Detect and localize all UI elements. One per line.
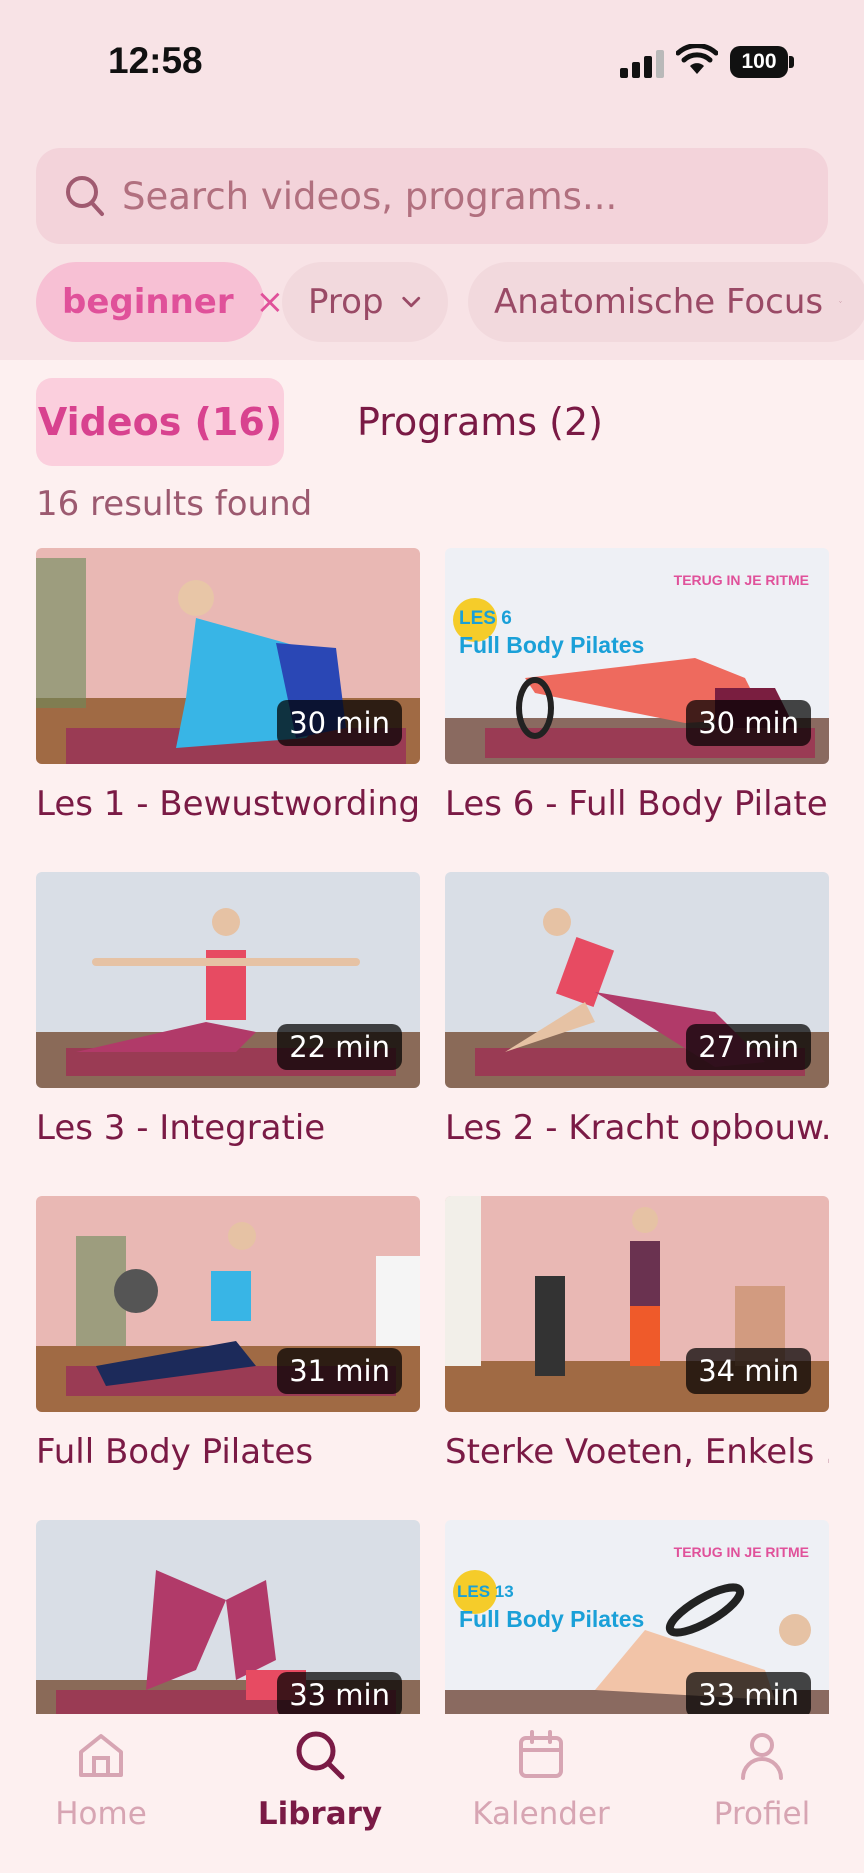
video-title: Les 6 - Full Body Pilates xyxy=(445,784,829,824)
filter-chip-label: Anatomische Focus xyxy=(494,282,824,322)
thumbnail-badge-text: LES 6 xyxy=(459,608,512,629)
thumbnail-overlay-tag: TERUG IN JE RITME xyxy=(673,1544,809,1560)
video-thumbnail[interactable]: 33 min xyxy=(36,1520,420,1736)
app-screen: 12:58 100 beginner × Prop xyxy=(0,0,864,1873)
video-thumbnail[interactable]: 34 min xyxy=(445,1196,829,1412)
remove-filter-icon[interactable]: × xyxy=(256,282,285,322)
status-bar: 12:58 100 xyxy=(0,0,864,130)
thumbnail-badge-text: LES 13 xyxy=(457,1582,514,1601)
video-title: Les 3 - Integratie xyxy=(36,1108,326,1148)
video-card[interactable]: 30 min Les 1 - Bewustwording xyxy=(36,548,420,824)
nav-home[interactable]: Home xyxy=(1,1728,201,1832)
nav-label: Kalender xyxy=(472,1796,610,1832)
home-icon xyxy=(79,1734,123,1777)
battery-level: 100 xyxy=(730,46,788,78)
video-title: Full Body Pilates xyxy=(36,1432,314,1472)
video-card[interactable]: 31 min Full Body Pilates xyxy=(36,1196,420,1472)
video-card[interactable]: LES 6 Full Body Pilates TERUG IN JE RITM… xyxy=(445,548,829,824)
nav-profiel[interactable]: Profiel xyxy=(662,1728,862,1832)
video-card[interactable]: 27 min Les 2 - Kracht opbouw... xyxy=(445,872,829,1148)
chevron-down-icon xyxy=(401,296,420,308)
video-thumbnail[interactable]: LES 6 Full Body Pilates TERUG IN JE RITM… xyxy=(445,548,829,764)
tab-programs[interactable]: Programs (2) xyxy=(350,378,610,466)
nav-label: Profiel xyxy=(713,1796,811,1832)
video-card[interactable]: 22 min Les 3 - Integratie xyxy=(36,872,420,1148)
video-thumbnail[interactable]: 22 min xyxy=(36,872,420,1088)
nav-library[interactable]: Library xyxy=(220,1728,420,1832)
video-title: Les 2 - Kracht opbouw... xyxy=(445,1108,829,1148)
filter-chip-beginner[interactable]: beginner × xyxy=(36,262,284,342)
tab-videos[interactable]: Videos (16) xyxy=(36,378,284,466)
filter-chip-label: Prop xyxy=(308,282,384,322)
thumbnail-overlay-tag: TERUG IN JE RITME xyxy=(673,572,809,588)
video-thumbnail[interactable]: 27 min xyxy=(445,872,829,1088)
video-thumbnail[interactable]: 31 min xyxy=(36,1196,420,1412)
wifi-icon xyxy=(676,44,718,74)
profile-icon xyxy=(741,1733,783,1780)
filter-chip-anatomische-focus[interactable]: Anatomische Focus xyxy=(468,262,864,342)
status-time: 12:58 xyxy=(108,40,203,81)
battery-icon: 100 xyxy=(730,46,794,78)
calendar-icon xyxy=(519,1730,563,1778)
chevron-down-icon xyxy=(839,301,842,303)
search-input[interactable] xyxy=(122,148,812,244)
nav-label: Home xyxy=(55,1796,147,1832)
duration-badge: 30 min xyxy=(686,700,811,746)
video-thumbnail[interactable]: LES 13 Full Body Pilates TERUG IN JE RIT… xyxy=(445,1520,829,1736)
duration-badge: 33 min xyxy=(277,1672,402,1718)
results-count: 16 results found xyxy=(36,484,313,524)
duration-badge: 33 min xyxy=(686,1672,811,1718)
video-card[interactable]: 33 min xyxy=(36,1520,420,1736)
signal-icon xyxy=(620,50,664,78)
duration-badge: 27 min xyxy=(686,1024,811,1070)
thumbnail-overlay-title: Full Body Pilates xyxy=(459,632,645,658)
duration-badge: 31 min xyxy=(277,1348,402,1394)
nav-label: Library xyxy=(257,1796,383,1832)
search-icon xyxy=(66,176,104,216)
bottom-nav: Home Library Kalender Profiel xyxy=(0,1714,864,1873)
search-icon xyxy=(296,1731,345,1780)
video-title: Sterke Voeten, Enkels ... xyxy=(445,1432,829,1472)
duration-badge: 30 min xyxy=(277,700,402,746)
filter-chip-prop[interactable]: Prop xyxy=(282,262,448,342)
video-card[interactable]: LES 13 Full Body Pilates TERUG IN JE RIT… xyxy=(445,1520,829,1736)
duration-badge: 34 min xyxy=(686,1348,811,1394)
thumbnail-overlay-title: Full Body Pilates xyxy=(459,1606,645,1632)
duration-badge: 22 min xyxy=(277,1024,402,1070)
video-card[interactable]: 34 min Sterke Voeten, Enkels ... xyxy=(445,1196,829,1472)
nav-kalender[interactable]: Kalender xyxy=(441,1728,641,1832)
video-thumbnail[interactable]: 30 min xyxy=(36,548,420,764)
video-title: Les 1 - Bewustwording xyxy=(36,784,420,824)
search-bar[interactable] xyxy=(36,148,828,244)
filter-chip-label: beginner xyxy=(62,282,234,322)
